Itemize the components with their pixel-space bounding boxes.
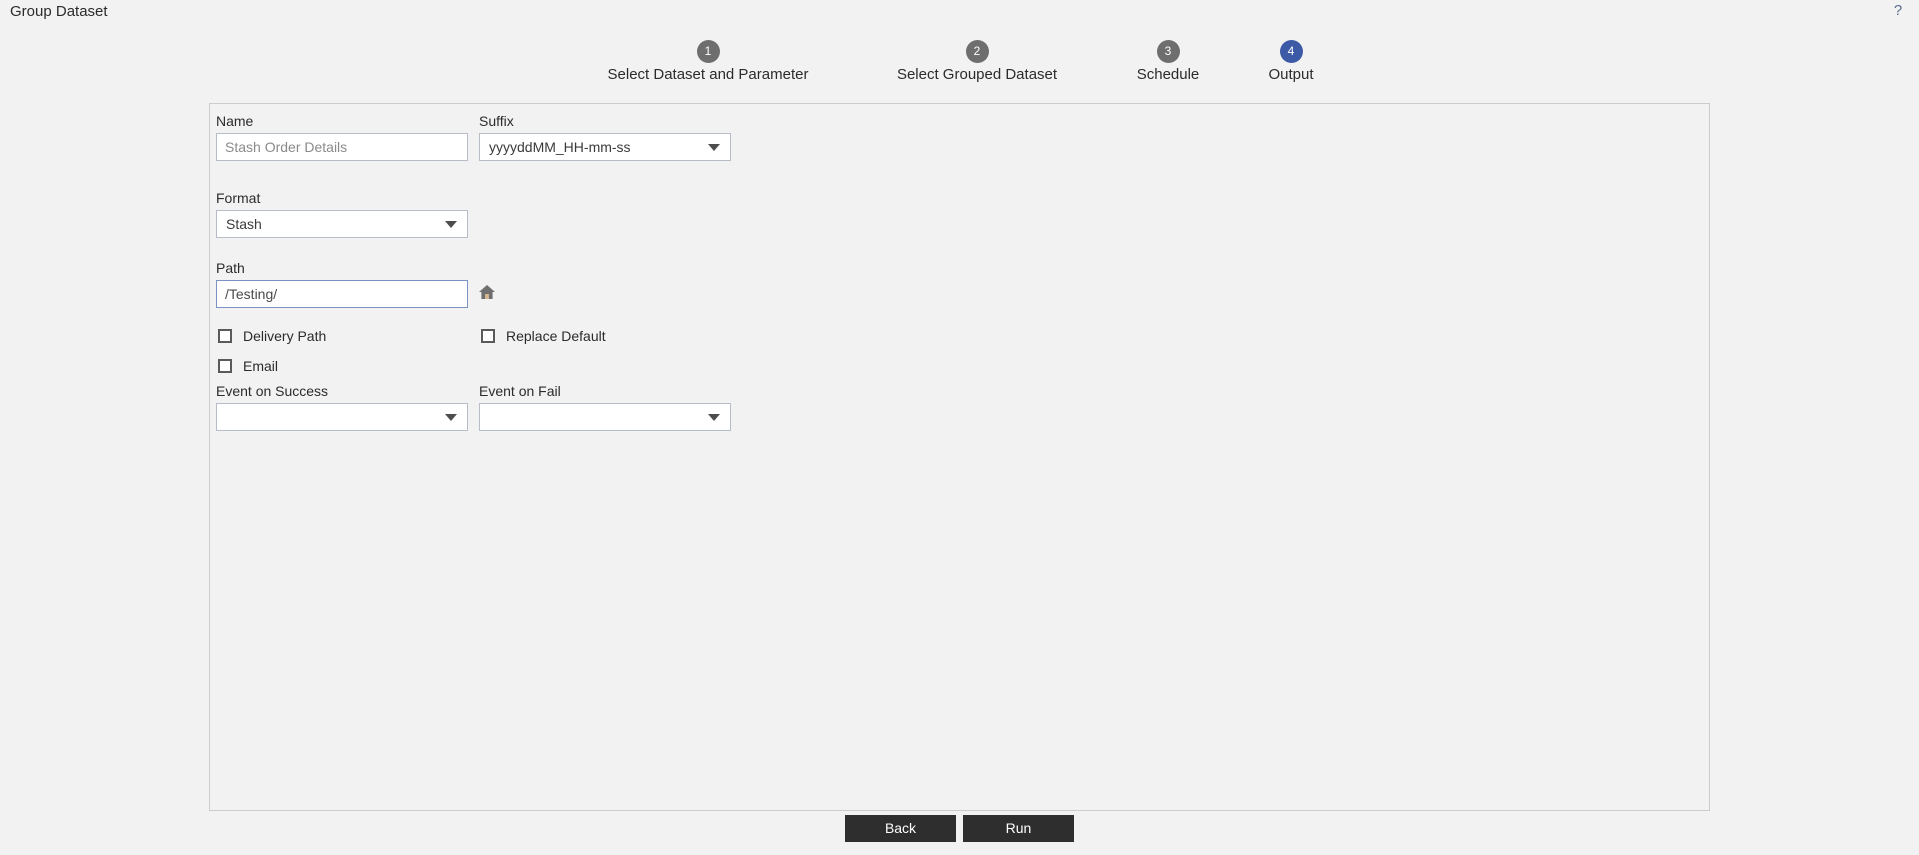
chevron-down-icon [445, 221, 457, 228]
footer-actions: Back Run [0, 815, 1919, 855]
checkbox-delivery-path-label: Delivery Path [243, 327, 327, 344]
suffix-label: Suffix [479, 113, 514, 129]
checkbox-email-label: Email [243, 357, 279, 374]
suffix-selected-value: yyyyddMM_HH-mm-ss [489, 139, 631, 155]
checkbox-email-box[interactable] [218, 359, 232, 373]
name-label: Name [216, 113, 254, 129]
back-button[interactable]: Back [845, 815, 956, 842]
home-icon[interactable] [478, 283, 496, 301]
page-title: Group Dataset [10, 3, 108, 20]
name-input[interactable] [216, 133, 468, 161]
suffix-select[interactable]: yyyyddMM_HH-mm-ss [479, 133, 731, 161]
title-bar: Group Dataset ? [0, 0, 1919, 26]
path-label: Path [216, 260, 245, 276]
wizard-stepper: 1 Select Dataset and Parameter 2 Select … [0, 40, 1919, 96]
run-button[interactable]: Run [963, 815, 1074, 842]
step-4-output[interactable]: 4 Output [1131, 40, 1451, 84]
checkbox-delivery-path-box[interactable] [218, 329, 232, 343]
format-select[interactable]: Stash [216, 210, 468, 238]
format-selected-value: Stash [226, 216, 262, 232]
format-label: Format [216, 190, 261, 206]
output-form-panel: Name Suffix yyyyddMM_HH-mm-ss Format Sta… [209, 103, 1710, 811]
step-4-label: Output [1268, 66, 1314, 83]
checkbox-email[interactable]: Email [218, 356, 278, 376]
event-on-success-label: Event on Success [216, 383, 329, 399]
step-4-number: 4 [1279, 40, 1303, 63]
event-on-success-select[interactable] [216, 403, 468, 431]
event-on-fail-label: Event on Fail [479, 383, 561, 399]
help-icon[interactable]: ? [1889, 2, 1907, 20]
checkbox-replace-default-label: Replace Default [506, 327, 606, 344]
checkbox-replace-default[interactable]: Replace Default [481, 326, 606, 346]
step-1-number: 1 [696, 40, 720, 63]
chevron-down-icon [708, 144, 720, 151]
step-2-number: 2 [965, 40, 989, 63]
event-on-fail-select[interactable] [479, 403, 731, 431]
path-input[interactable] [216, 280, 468, 308]
chevron-down-icon [445, 414, 457, 421]
checkbox-delivery-path[interactable]: Delivery Path [218, 326, 326, 346]
checkbox-replace-default-box[interactable] [481, 329, 495, 343]
chevron-down-icon [708, 414, 720, 421]
